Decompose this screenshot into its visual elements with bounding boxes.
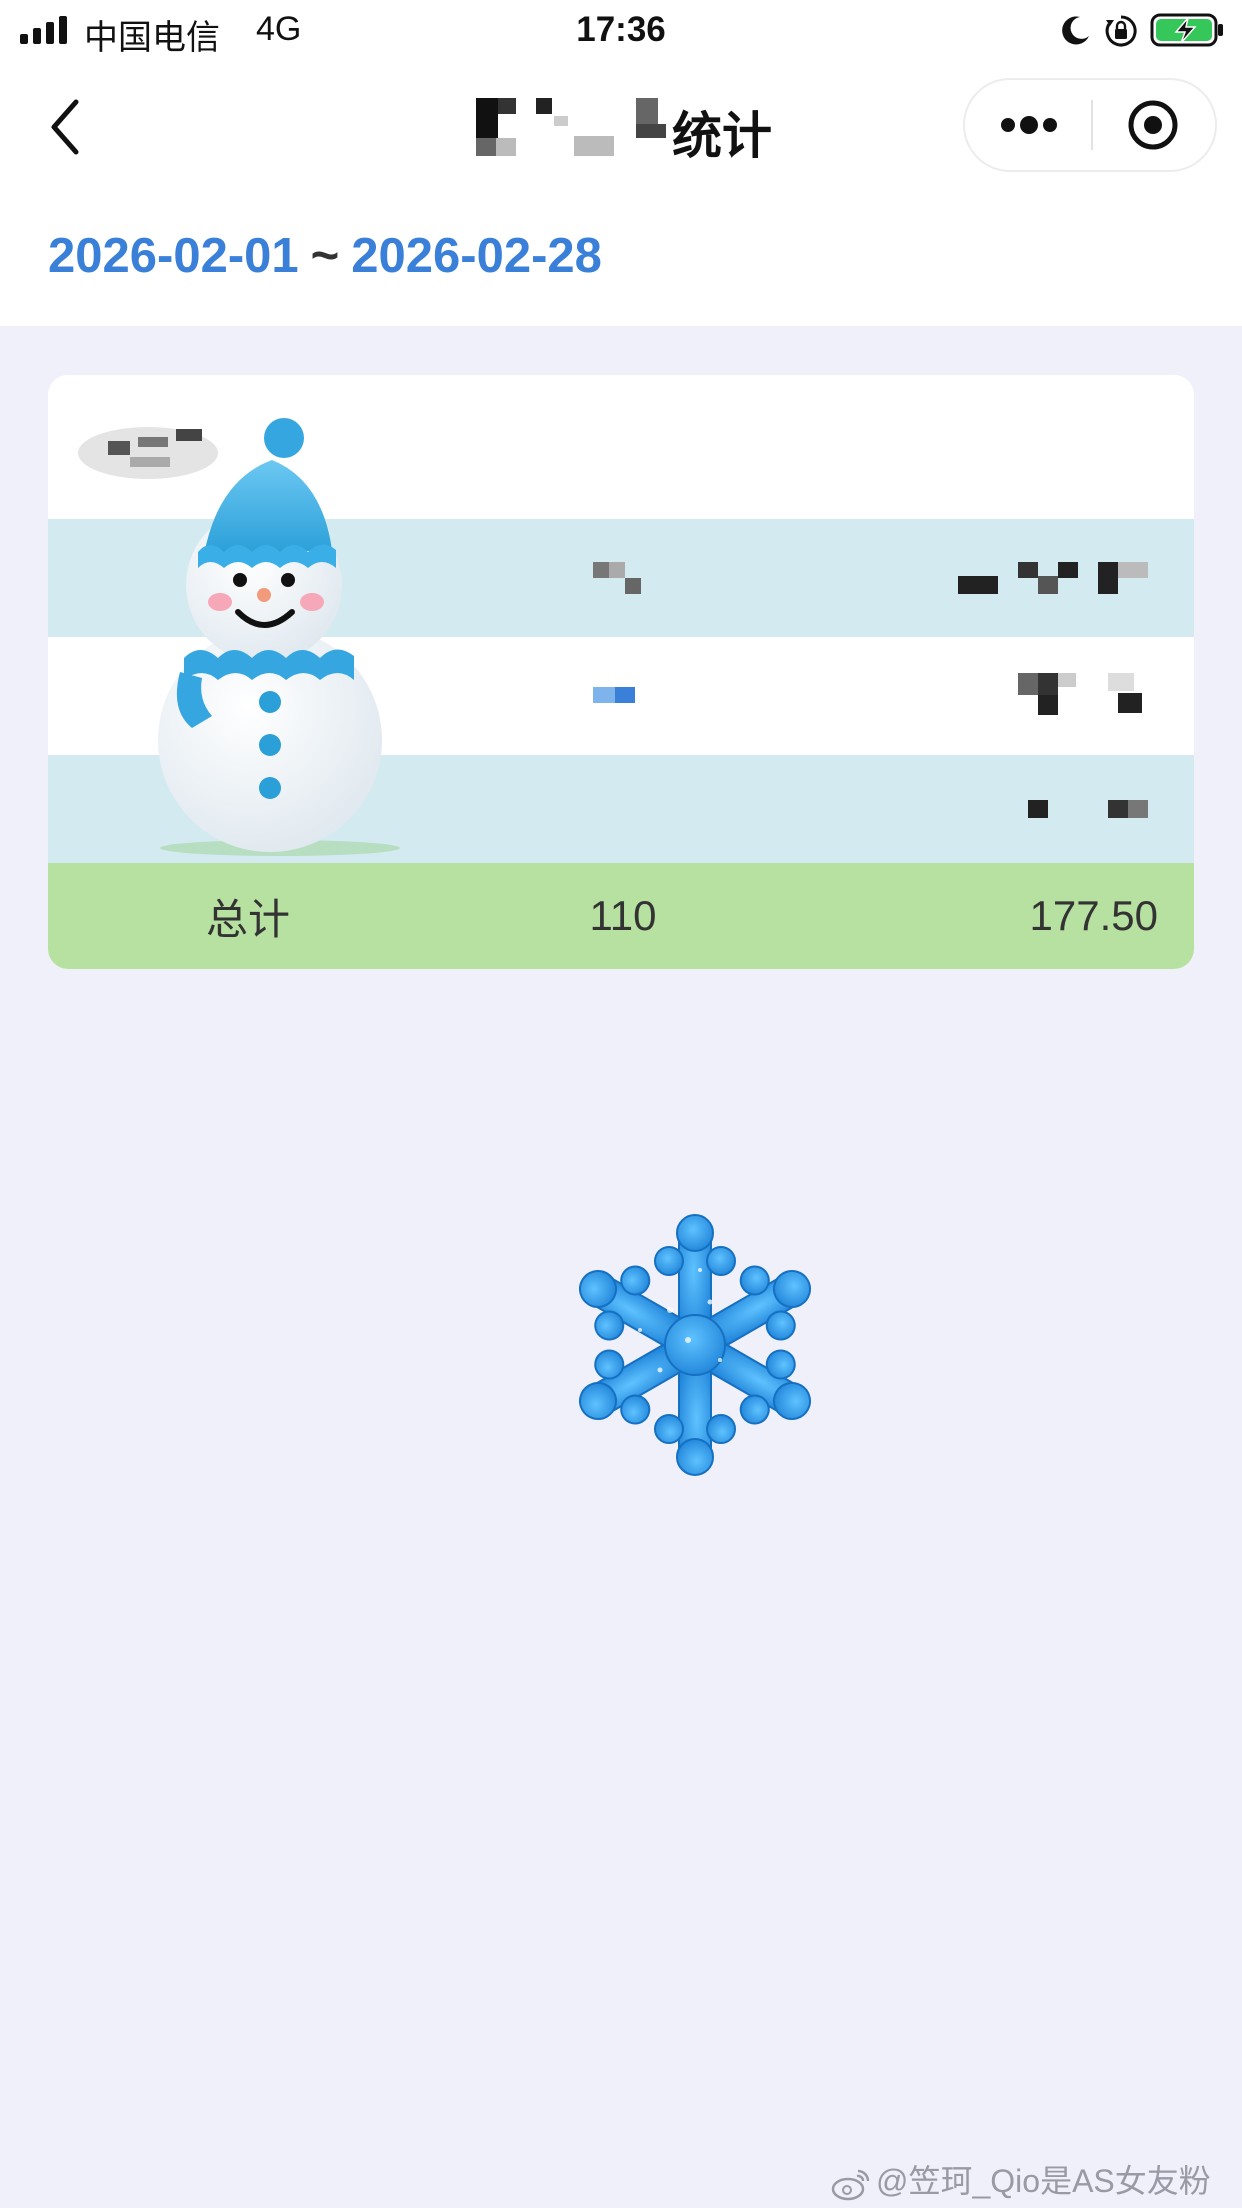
moon-icon <box>1062 16 1089 45</box>
date-separator: ~ <box>310 229 340 283</box>
end-date[interactable]: 2026-02-28 <box>351 229 602 283</box>
total-label: 总计 <box>205 895 290 943</box>
page-title-group: 统计 <box>476 92 796 164</box>
watermark-text: @笠珂_Qio是AS女友粉 <box>876 2163 1211 2199</box>
redacted-mosaic <box>1018 673 1142 715</box>
back-chevron-icon[interactable] <box>40 92 96 162</box>
date-range[interactable]: 2026-02-01 ~2026-02-28 <box>48 228 602 284</box>
snowflake-sticker-icon <box>561 1214 829 1476</box>
start-date[interactable]: 2026-02-01 <box>48 229 299 283</box>
redacted-title-mosaic <box>476 98 666 156</box>
battery-charging-icon <box>1150 13 1223 47</box>
status-bar: 中国电信 4G 17:36 <box>0 0 1242 62</box>
status-time: 17:36 <box>576 10 666 49</box>
row-amount-redacted <box>798 519 1158 637</box>
mini-program-capsule <box>963 78 1217 172</box>
row-amount-redacted <box>798 755 1158 863</box>
row-count-redacted <box>448 637 798 755</box>
total-amount: 177.50 <box>1029 892 1158 939</box>
weibo-watermark: @笠珂_Qio是AS女友粉 <box>830 2156 1211 2202</box>
redacted-mosaic <box>958 562 1148 594</box>
redacted-mosaic <box>1028 800 1148 818</box>
page-title: 统计 <box>672 108 772 164</box>
redacted-mosaic <box>593 562 641 594</box>
row-count-redacted <box>448 519 798 637</box>
total-row: 总计 110 177.50 <box>48 863 1194 969</box>
rotation-lock-icon <box>1105 15 1137 47</box>
total-count: 110 <box>589 892 657 939</box>
redacted-mosaic <box>593 687 635 703</box>
more-dots-icon[interactable] <box>965 80 1091 170</box>
snowman-sticker-icon <box>158 418 400 856</box>
weibo-logo-icon <box>831 2169 870 2200</box>
target-close-icon[interactable] <box>1093 80 1217 170</box>
row-amount-redacted <box>798 637 1158 755</box>
